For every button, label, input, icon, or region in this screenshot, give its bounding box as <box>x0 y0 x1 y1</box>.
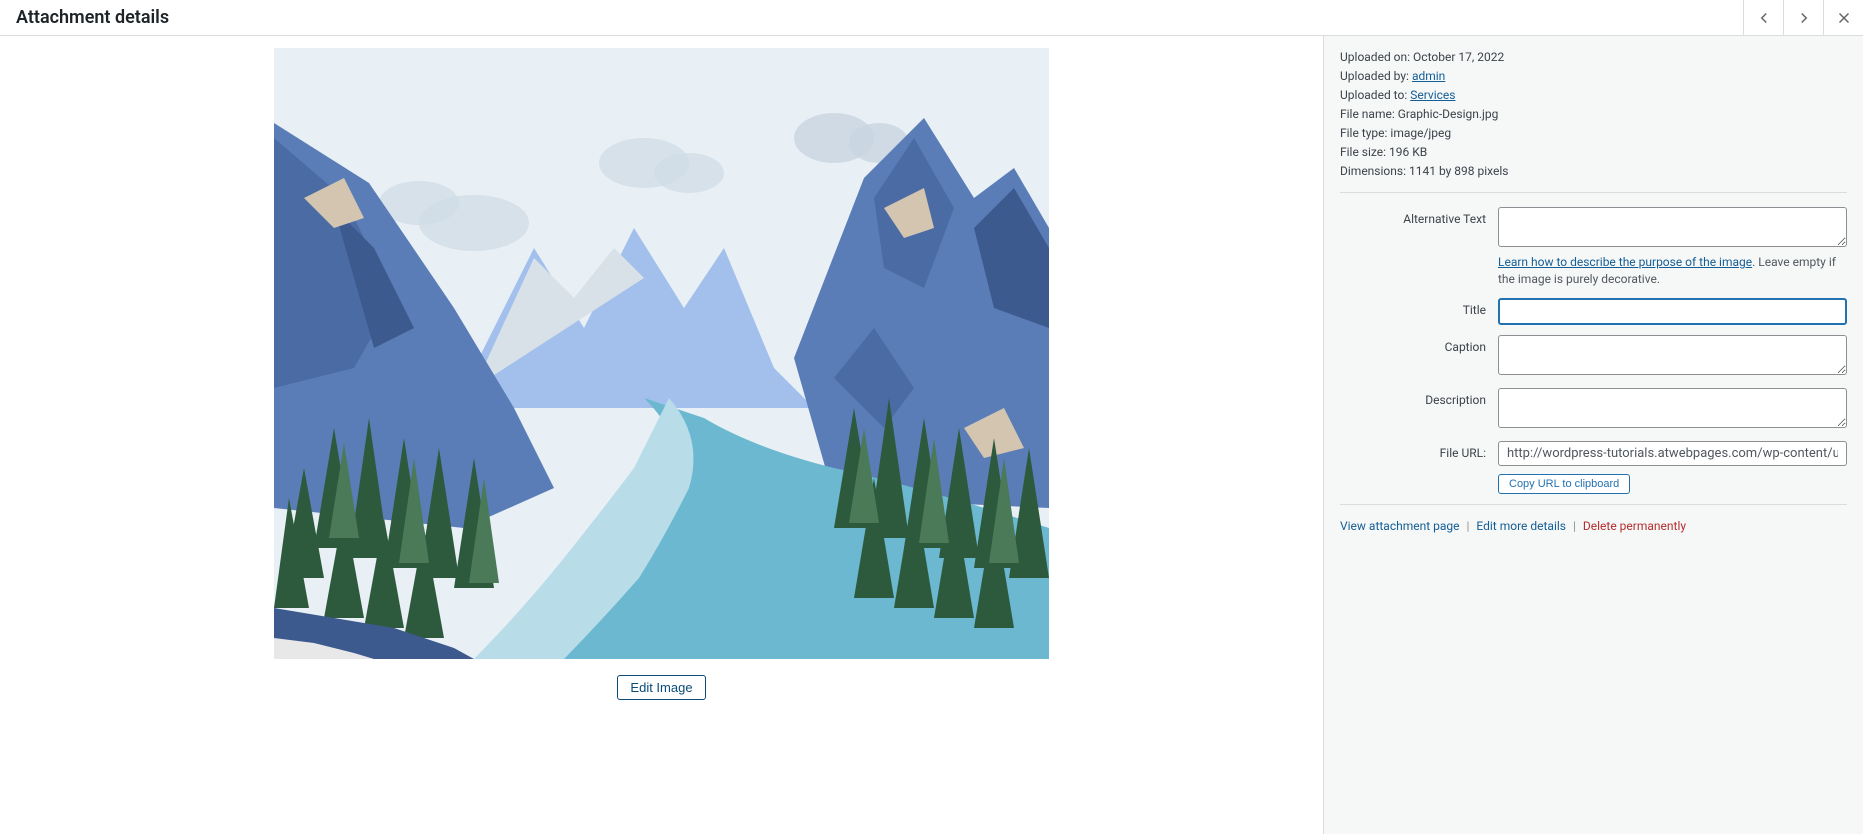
media-preview: Edit Image <box>0 36 1323 834</box>
meta-value: October 17, 2022 <box>1413 50 1504 64</box>
main-content: Edit Image Uploaded on: October 17, 2022… <box>0 36 1863 834</box>
page-title: Attachment details <box>16 7 169 28</box>
alt-help-link[interactable]: Learn how to describe the purpose of the… <box>1498 255 1752 269</box>
chevron-right-icon <box>1795 9 1813 27</box>
delete-permanently-link[interactable]: Delete permanently <box>1583 519 1686 533</box>
title-label: Title <box>1340 298 1498 317</box>
attachment-actions: View attachment page | Edit more details… <box>1340 519 1847 533</box>
alt-text-row: Alternative Text Learn how to describe t… <box>1340 207 1847 288</box>
meta-value: 196 KB <box>1389 145 1427 159</box>
close-button[interactable] <box>1823 0 1863 36</box>
meta-label: Uploaded to: <box>1340 88 1407 102</box>
uploaded-to-link[interactable]: Services <box>1410 88 1455 102</box>
meta-label: Uploaded on: <box>1340 50 1410 64</box>
meta-uploaded-by: Uploaded by: admin <box>1340 67 1847 85</box>
separator: | <box>1573 519 1576 533</box>
prev-button[interactable] <box>1743 0 1783 36</box>
divider <box>1340 192 1847 193</box>
title-input[interactable] <box>1498 298 1847 325</box>
uploaded-by-link[interactable]: admin <box>1412 69 1445 83</box>
caption-label: Caption <box>1340 335 1498 354</box>
meta-value: 1141 by 898 pixels <box>1409 164 1508 178</box>
meta-label: File type: <box>1340 126 1387 140</box>
meta-label: Uploaded by: <box>1340 69 1409 83</box>
separator: | <box>1466 519 1469 533</box>
file-url-label: File URL: <box>1340 441 1498 460</box>
meta-label: File name: <box>1340 107 1395 121</box>
meta-dimensions: Dimensions: 1141 by 898 pixels <box>1340 162 1847 180</box>
attachment-meta: Uploaded on: October 17, 2022 Uploaded b… <box>1340 48 1847 180</box>
divider <box>1340 504 1847 505</box>
meta-uploaded-to: Uploaded to: Services <box>1340 86 1847 104</box>
copy-url-button[interactable]: Copy URL to clipboard <box>1498 474 1630 494</box>
view-attachment-link[interactable]: View attachment page <box>1340 519 1460 533</box>
close-icon <box>1835 9 1853 27</box>
meta-value: Graphic-Design.jpg <box>1398 107 1499 121</box>
caption-row: Caption <box>1340 335 1847 378</box>
meta-file-type: File type: image/jpeg <box>1340 124 1847 142</box>
details-sidebar: Uploaded on: October 17, 2022 Uploaded b… <box>1323 36 1863 834</box>
file-url-row: File URL: Copy URL to clipboard <box>1340 441 1847 494</box>
title-row: Title <box>1340 298 1847 325</box>
chevron-left-icon <box>1755 9 1773 27</box>
description-input[interactable] <box>1498 388 1847 428</box>
attachment-image <box>274 48 1049 659</box>
alt-text-label: Alternative Text <box>1340 207 1498 226</box>
description-label: Description <box>1340 388 1498 407</box>
next-button[interactable] <box>1783 0 1823 36</box>
modal-header: Attachment details <box>0 0 1863 36</box>
meta-uploaded-on: Uploaded on: October 17, 2022 <box>1340 48 1847 66</box>
meta-file-size: File size: 196 KB <box>1340 143 1847 161</box>
edit-image-button[interactable]: Edit Image <box>617 675 705 700</box>
meta-label: File size: <box>1340 145 1386 159</box>
meta-file-name: File name: Graphic-Design.jpg <box>1340 105 1847 123</box>
alt-text-help: Learn how to describe the purpose of the… <box>1498 254 1847 288</box>
edit-more-details-link[interactable]: Edit more details <box>1476 519 1566 533</box>
description-row: Description <box>1340 388 1847 431</box>
alt-text-input[interactable] <box>1498 207 1847 247</box>
header-nav-buttons <box>1743 0 1863 35</box>
meta-label: Dimensions: <box>1340 164 1406 178</box>
file-url-input[interactable] <box>1498 441 1847 466</box>
meta-value: image/jpeg <box>1390 126 1451 140</box>
caption-input[interactable] <box>1498 335 1847 375</box>
